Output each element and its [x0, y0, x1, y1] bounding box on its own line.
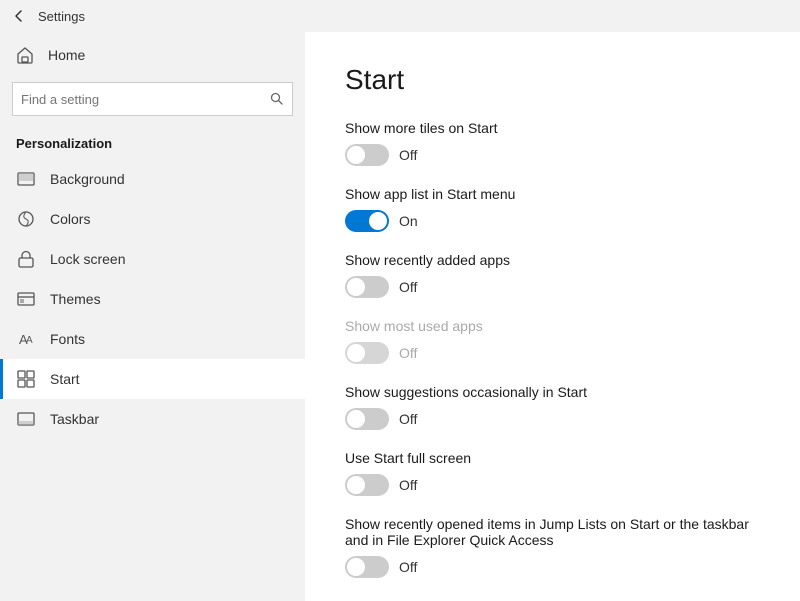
toggle-full-screen[interactable] [345, 474, 389, 496]
toggle-full-screen-status: Off [399, 477, 417, 493]
titlebar: Settings [0, 0, 800, 32]
setting-recently-opened: Show recently opened items in Jump Lists… [345, 516, 760, 578]
toggle-recently-added-status: Off [399, 279, 417, 295]
start-label: Start [50, 371, 80, 387]
toggle-row-app-list: On [345, 210, 760, 232]
sidebar: Home Personalization Background [0, 32, 305, 601]
themes-icon [16, 289, 36, 309]
toggle-row-most-used: Off [345, 342, 760, 364]
setting-app-list: Show app list in Start menu On [345, 186, 760, 232]
setting-recently-added-label: Show recently added apps [345, 252, 760, 268]
setting-suggestions: Show suggestions occasionally in Start O… [345, 384, 760, 430]
colors-label: Colors [50, 211, 90, 227]
sidebar-section-title: Personalization [0, 124, 305, 159]
start-icon [16, 369, 36, 389]
search-icon [270, 92, 284, 106]
toggle-most-used-status: Off [399, 345, 417, 361]
fonts-label: Fonts [50, 331, 85, 347]
search-box[interactable] [12, 82, 293, 116]
home-label: Home [48, 47, 85, 63]
toggle-recently-opened-status: Off [399, 559, 417, 575]
toggle-most-used [345, 342, 389, 364]
taskbar-icon [16, 409, 36, 429]
content-area: Start Show more tiles on Start Off Show … [305, 32, 800, 601]
sidebar-item-home[interactable]: Home [0, 36, 305, 74]
toggle-suggestions[interactable] [345, 408, 389, 430]
setting-full-screen: Use Start full screen Off [345, 450, 760, 496]
titlebar-title: Settings [38, 9, 85, 24]
toggle-row-suggestions: Off [345, 408, 760, 430]
setting-app-list-label: Show app list in Start menu [345, 186, 760, 202]
svg-text:A: A [26, 335, 33, 346]
setting-recently-opened-label: Show recently opened items in Jump Lists… [345, 516, 760, 548]
taskbar-label: Taskbar [50, 411, 99, 427]
search-input[interactable] [21, 92, 270, 107]
colors-icon [16, 209, 36, 229]
lockscreen-label: Lock screen [50, 251, 125, 267]
toggle-more-tiles[interactable] [345, 144, 389, 166]
toggle-more-tiles-status: Off [399, 147, 417, 163]
toggle-app-list-status: On [399, 213, 418, 229]
setting-recently-added: Show recently added apps Off [345, 252, 760, 298]
themes-label: Themes [50, 291, 101, 307]
setting-most-used: Show most used apps Off [345, 318, 760, 364]
main-layout: Home Personalization Background [0, 32, 800, 601]
page-title: Start [345, 64, 760, 96]
sidebar-item-background[interactable]: Background [0, 159, 305, 199]
toggle-suggestions-status: Off [399, 411, 417, 427]
toggle-recently-opened[interactable] [345, 556, 389, 578]
setting-suggestions-label: Show suggestions occasionally in Start [345, 384, 760, 400]
setting-more-tiles-label: Show more tiles on Start [345, 120, 760, 136]
toggle-row-more-tiles: Off [345, 144, 760, 166]
toggle-row-recently-opened: Off [345, 556, 760, 578]
sidebar-item-taskbar[interactable]: Taskbar [0, 399, 305, 439]
toggle-recently-added[interactable] [345, 276, 389, 298]
sidebar-item-colors[interactable]: Colors [0, 199, 305, 239]
setting-full-screen-label: Use Start full screen [345, 450, 760, 466]
toggle-row-full-screen: Off [345, 474, 760, 496]
toggle-row-recently-added: Off [345, 276, 760, 298]
sidebar-item-start[interactable]: Start [0, 359, 305, 399]
toggle-app-list[interactable] [345, 210, 389, 232]
fonts-icon: A A [16, 329, 36, 349]
background-label: Background [50, 171, 125, 187]
home-icon [16, 46, 34, 64]
lock-screen-icon [16, 249, 36, 269]
background-icon [16, 169, 36, 189]
sidebar-item-fonts[interactable]: A A Fonts [0, 319, 305, 359]
setting-most-used-label: Show most used apps [345, 318, 760, 334]
sidebar-item-themes[interactable]: Themes [0, 279, 305, 319]
setting-more-tiles: Show more tiles on Start Off [345, 120, 760, 166]
back-button[interactable] [12, 9, 26, 23]
sidebar-item-lockscreen[interactable]: Lock screen [0, 239, 305, 279]
